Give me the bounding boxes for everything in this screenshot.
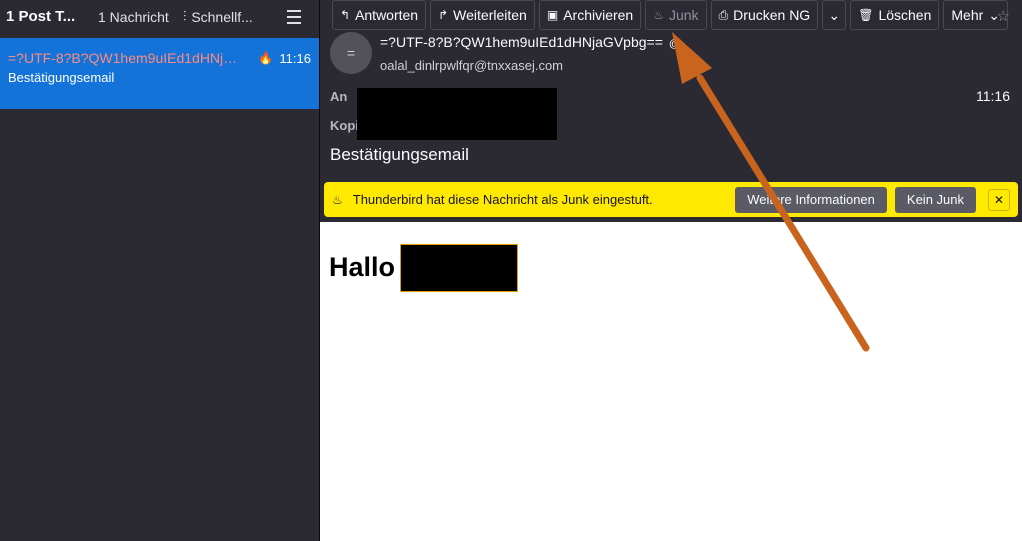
list-view-icon[interactable] bbox=[287, 9, 301, 24]
to-label: An bbox=[330, 89, 348, 104]
header-toolbar: ↰ Antworten ↱ Weiterleiten ▣ Archivieren… bbox=[332, 0, 1009, 30]
more-label: Mehr bbox=[951, 7, 984, 23]
delete-label: Löschen bbox=[878, 7, 932, 23]
close-icon[interactable]: ✕ bbox=[988, 188, 1010, 211]
redacted-recipients bbox=[357, 88, 557, 140]
message-list-pane: 1 Post T... 1 Nachricht ⫶ Schnellf... =?… bbox=[0, 0, 320, 541]
junk-notification-bar: ♨ Thunderbird hat diese Nachricht als Ju… bbox=[324, 182, 1018, 217]
greeting-heading: Hallo bbox=[329, 252, 396, 282]
delete-button[interactable]: 🗑 Löschen bbox=[850, 0, 940, 30]
forward-icon: ↱ bbox=[438, 8, 449, 22]
print-label: Drucken NG bbox=[733, 7, 811, 23]
quickfilter-button[interactable]: ⫶ Schnellf... bbox=[183, 8, 253, 25]
message-subject-header: Bestätigungsemail bbox=[330, 145, 469, 164]
archive-label: Archivieren bbox=[563, 7, 634, 23]
chevron-down-icon: ⌄ bbox=[828, 6, 841, 23]
flame-icon[interactable]: 🔥 bbox=[258, 51, 273, 65]
avatar: = bbox=[330, 32, 372, 74]
message-preview: Bestätigungsemail bbox=[8, 70, 115, 85]
junk-icon: ♨ bbox=[653, 8, 664, 22]
folder-title: 1 Post T... bbox=[6, 8, 76, 25]
message-date: 11:16 bbox=[976, 88, 1010, 104]
archive-icon: ▣ bbox=[546, 8, 559, 22]
flame-icon: ♨ bbox=[332, 192, 343, 207]
address-book-icon[interactable]: @ bbox=[669, 38, 680, 50]
thunderbird-window: 1 Post T... 1 Nachricht ⫶ Schnellf... =?… bbox=[0, 0, 1022, 541]
junk-message: Thunderbird hat diese Nachricht als Junk… bbox=[352, 192, 653, 207]
forward-label: Weiterleiten bbox=[453, 7, 527, 23]
message-time: 11:16 bbox=[279, 50, 311, 66]
sender-name-text: =?UTF-8?B?QW1hem9uIEd1dHNjaGVpbg== bbox=[380, 34, 663, 50]
print-icon: ⎙ bbox=[718, 7, 729, 22]
message-row[interactable]: =?UTF-8?B?QW1hem9uIEd1dHNjaGVpbg... 🔥 11… bbox=[0, 38, 319, 109]
print-dropdown-button[interactable]: ⌄ bbox=[822, 0, 847, 30]
quickfilter-label: Schnellf... bbox=[191, 8, 253, 25]
print-button[interactable]: ⎙ Drucken NG bbox=[710, 0, 819, 30]
reading-pane: ↰ Antworten ↱ Weiterleiten ▣ Archivieren… bbox=[320, 0, 1022, 541]
forward-button[interactable]: ↱ Weiterleiten bbox=[430, 0, 535, 30]
sender-address[interactable]: oalal_dinlrpwlfqr@tnxxasej.com bbox=[380, 58, 563, 73]
archive-button[interactable]: ▣ Archivieren bbox=[538, 0, 642, 30]
redacted-name bbox=[400, 244, 518, 292]
trash-icon: 🗑 bbox=[858, 8, 874, 22]
message-body: Hallo bbox=[320, 222, 1022, 541]
reply-label: Antworten bbox=[355, 7, 419, 23]
filter-icon: ⫶ bbox=[182, 8, 187, 24]
not-junk-button[interactable]: Kein Junk bbox=[894, 186, 976, 213]
junk-label: Junk bbox=[668, 7, 699, 23]
cc-label: Kopi bbox=[330, 118, 359, 133]
list-header: 1 Post T... 1 Nachricht ⫶ Schnellf... bbox=[0, 0, 319, 33]
sender-name[interactable]: =?UTF-8?B?QW1hem9uIEd1dHNjaGVpbg== @ bbox=[380, 34, 680, 50]
message-subject: =?UTF-8?B?QW1hem9uIEd1dHNjaGVpbg... bbox=[8, 50, 244, 66]
junk-button[interactable]: ♨ Junk bbox=[645, 0, 707, 30]
message-count: 1 Nachricht bbox=[98, 8, 169, 25]
star-icon[interactable]: ☆ bbox=[997, 7, 1010, 25]
reply-button[interactable]: ↰ Antworten bbox=[332, 0, 427, 30]
more-info-button[interactable]: Weitere Informationen bbox=[735, 186, 887, 213]
reply-icon: ↰ bbox=[340, 8, 351, 22]
